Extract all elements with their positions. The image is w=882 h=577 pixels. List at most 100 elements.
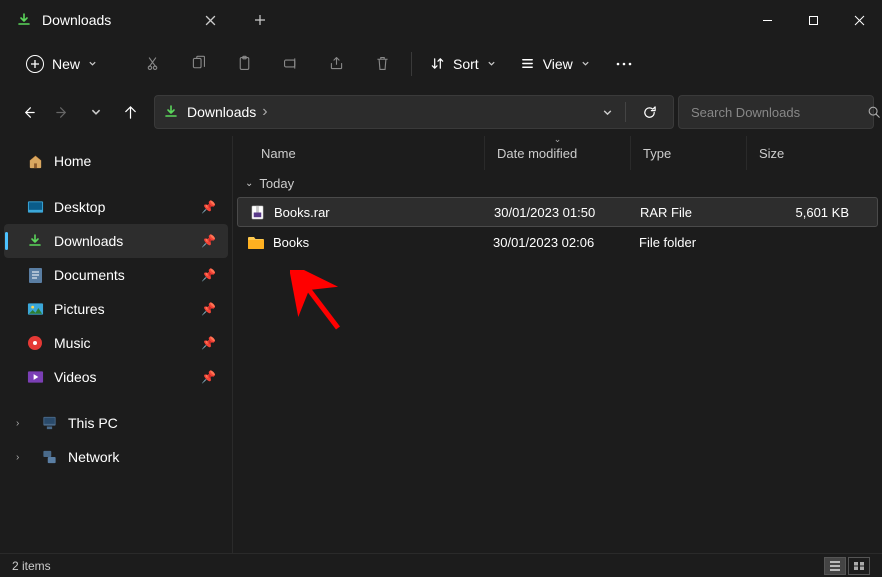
sidebar-item-desktop[interactable]: Desktop 📌	[4, 190, 228, 224]
rename-button[interactable]	[269, 46, 311, 82]
new-button[interactable]: New	[16, 49, 107, 79]
folder-icon	[247, 233, 265, 251]
downloads-icon	[26, 233, 44, 249]
chevron-down-icon	[581, 59, 590, 68]
desktop-icon	[26, 200, 44, 214]
sidebar-item-downloads[interactable]: Downloads 📌	[4, 224, 228, 258]
rar-file-icon	[248, 203, 266, 221]
chevron-right-icon[interactable]: ›	[16, 418, 28, 429]
navbar: Downloads ›	[0, 88, 882, 136]
pictures-icon	[26, 302, 44, 316]
file-size: 5,601 KB	[748, 205, 873, 220]
details-view-button[interactable]	[824, 557, 846, 575]
column-header-name[interactable]: Name	[233, 136, 485, 170]
paste-button[interactable]	[223, 46, 265, 82]
minimize-button[interactable]	[744, 0, 790, 40]
chevron-down-icon: ⌄	[245, 178, 253, 189]
search-icon[interactable]	[867, 105, 881, 119]
group-label: Today	[259, 176, 294, 191]
view-label: View	[543, 56, 573, 72]
home-icon	[26, 153, 44, 170]
back-button[interactable]	[12, 96, 44, 128]
sidebar-item-videos[interactable]: Videos 📌	[4, 360, 228, 394]
recent-button[interactable]	[80, 96, 112, 128]
pin-icon[interactable]: 📌	[201, 268, 216, 282]
network-icon	[40, 450, 58, 464]
titlebar: Downloads	[0, 0, 882, 40]
file-row[interactable]: Books.rar 30/01/2023 01:50 RAR File 5,60…	[237, 197, 878, 227]
group-header-today[interactable]: ⌄ Today	[237, 170, 878, 197]
statusbar: 2 items	[0, 553, 882, 577]
close-window-button[interactable]	[836, 0, 882, 40]
view-mode-toggle	[824, 557, 870, 575]
maximize-button[interactable]	[790, 0, 836, 40]
new-button-label: New	[52, 56, 80, 72]
this-pc-icon	[40, 416, 58, 430]
address-history-button[interactable]	[598, 103, 617, 122]
view-list-icon	[520, 56, 535, 71]
sidebar-item-label: This PC	[68, 415, 118, 431]
sidebar-item-label: Desktop	[54, 199, 105, 215]
pin-icon[interactable]: 📌	[201, 336, 216, 350]
plus-circle-icon	[26, 55, 44, 73]
pin-icon[interactable]: 📌	[201, 370, 216, 384]
search-box[interactable]	[678, 95, 874, 129]
thumbnails-view-button[interactable]	[848, 557, 870, 575]
sort-button[interactable]: Sort	[420, 50, 506, 78]
folder-type: File folder	[631, 235, 747, 250]
column-header-date[interactable]: ⌄Date modified	[485, 136, 631, 170]
copy-button[interactable]	[177, 46, 219, 82]
documents-icon	[26, 267, 44, 284]
column-header-size[interactable]: Size	[747, 136, 882, 170]
sidebar-item-music[interactable]: Music 📌	[4, 326, 228, 360]
folder-name: Books	[273, 235, 309, 250]
videos-icon	[26, 370, 44, 384]
sidebar-item-label: Network	[68, 449, 119, 465]
chevron-down-icon	[487, 59, 496, 68]
breadcrumb-item[interactable]: Downloads	[187, 104, 256, 120]
sort-label: Sort	[453, 56, 479, 72]
cut-button[interactable]	[131, 46, 173, 82]
delete-button[interactable]	[361, 46, 403, 82]
more-button[interactable]	[604, 46, 644, 82]
chevron-right-icon[interactable]: ›	[16, 452, 28, 463]
file-date: 30/01/2023 01:50	[486, 205, 632, 220]
sidebar-item-pictures[interactable]: Pictures 📌	[4, 292, 228, 326]
column-header-type[interactable]: Type	[631, 136, 747, 170]
status-item-count: 2 items	[12, 559, 51, 573]
sidebar-item-network[interactable]: › Network	[4, 440, 228, 474]
sidebar-item-label: Home	[54, 153, 91, 169]
address-bar[interactable]: Downloads ›	[154, 95, 674, 129]
sidebar-item-this-pc[interactable]: › This PC	[4, 406, 228, 440]
sidebar-item-label: Music	[54, 335, 91, 351]
share-button[interactable]	[315, 46, 357, 82]
search-input[interactable]	[691, 105, 867, 120]
folder-row[interactable]: Books 30/01/2023 02:06 File folder	[237, 227, 878, 257]
tab-close-button[interactable]	[196, 6, 224, 34]
sidebar-item-label: Pictures	[54, 301, 105, 317]
downloads-icon	[16, 12, 32, 28]
sidebar: Home Desktop 📌 Downloads 📌 Documents 📌 P…	[0, 136, 232, 553]
column-headers: Name ⌄Date modified Type Size	[233, 136, 882, 170]
content-area: Name ⌄Date modified Type Size ⌄ Today Bo…	[232, 136, 882, 553]
view-button[interactable]: View	[510, 50, 600, 78]
new-tab-button[interactable]	[240, 0, 280, 40]
forward-button[interactable]	[46, 96, 78, 128]
pin-icon[interactable]: 📌	[201, 234, 216, 248]
refresh-button[interactable]	[634, 101, 665, 124]
pin-icon[interactable]: 📌	[201, 200, 216, 214]
file-type: RAR File	[632, 205, 748, 220]
up-button[interactable]	[114, 96, 146, 128]
sidebar-item-label: Downloads	[54, 233, 123, 249]
chevron-down-icon	[88, 59, 97, 68]
music-icon	[26, 335, 44, 351]
breadcrumb-chevron[interactable]: ›	[262, 103, 267, 121]
sidebar-item-label: Documents	[54, 267, 125, 283]
sidebar-item-documents[interactable]: Documents 📌	[4, 258, 228, 292]
sidebar-item-home[interactable]: Home	[4, 144, 228, 178]
tab[interactable]: Downloads	[0, 0, 240, 40]
breadcrumb[interactable]: Downloads ›	[187, 103, 590, 121]
sidebar-item-label: Videos	[54, 369, 97, 385]
file-name: Books.rar	[274, 205, 330, 220]
pin-icon[interactable]: 📌	[201, 302, 216, 316]
